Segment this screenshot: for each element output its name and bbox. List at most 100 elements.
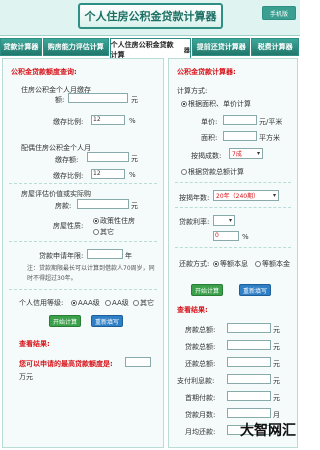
house-value-unit: 元 [131, 202, 138, 210]
radio-icon[interactable] [93, 218, 99, 224]
start-calc-button[interactable]: 开始计算 [49, 315, 81, 327]
house-total-label: 房款总额: [185, 326, 216, 334]
unit-price-unit: 元/平米 [259, 118, 283, 126]
credit-aaa-option[interactable]: AAA级 [71, 298, 100, 308]
reset-button[interactable]: 重新填写 [91, 315, 123, 327]
fund-loan-title: 公积金贷款计算器: [177, 68, 236, 76]
interest-output [227, 374, 271, 384]
credit-other-label: 其它 [140, 299, 154, 307]
repay-method-label: 还款方式: [179, 260, 210, 268]
loan-months-label: 贷款月数: [185, 411, 216, 419]
repay-equal-principal-label: 等额本金 [262, 260, 290, 268]
page-title: 个人住房公积金贷款计算器 [78, 3, 223, 29]
deposit-rate-input[interactable]: 12 [91, 115, 125, 125]
right-reset-button[interactable]: 重新填写 [239, 284, 271, 296]
nature-other-option[interactable]: 其它 [93, 227, 114, 237]
spouse-deposit-label2: 缴存额: [55, 156, 79, 164]
repay-total-label: 还款总额: [185, 360, 216, 368]
spouse-deposit-input[interactable] [87, 152, 129, 162]
method-area-option[interactable]: 根据面积、单价计算 [181, 99, 251, 109]
loan-rate-input[interactable]: 0 [213, 231, 239, 241]
max-loan-label: 您可以申请的最高贷款额度是: [19, 360, 113, 368]
loan-rate-label: 贷款利率: [179, 218, 210, 226]
repay-equal-installment-label: 等额本息 [220, 260, 248, 268]
method-total-option[interactable]: 根据贷款总额计算 [181, 167, 244, 177]
repay-equal-principal-option[interactable]: 等额本金 [255, 259, 290, 269]
divider [9, 241, 157, 242]
watermark-logo: 大智网汇 [240, 423, 296, 439]
monthly-deposit-label2: 额: [55, 96, 65, 104]
mortgage-ratio-label: 按揭成数: [191, 152, 222, 160]
radio-icon[interactable] [133, 300, 139, 306]
tab-provident-fund-tip: 器 [182, 46, 190, 53]
loan-years-input[interactable] [87, 249, 123, 259]
area-unit: 平方米 [259, 134, 280, 142]
right-result-title: 查看结果: [177, 306, 208, 314]
loan-total-label: 贷款总额: [185, 343, 216, 351]
tab-provident-fund-label: 个人住房公积金贷款计算 [110, 40, 174, 59]
tab-tax[interactable]: 税费计算器 [251, 38, 299, 56]
tab-prepayment[interactable]: 提前还贷计算器 [192, 38, 251, 56]
divider [175, 182, 291, 183]
house-value-label: 房屋评估价值或实际购 [21, 190, 91, 198]
house-total-output [227, 323, 271, 333]
right-start-calc-button[interactable]: 开始计算 [191, 284, 223, 296]
radio-icon[interactable] [181, 101, 187, 107]
loan-rate-select[interactable] [213, 215, 235, 226]
house-value-label2: 房款: [55, 202, 72, 210]
radio-icon[interactable] [105, 300, 111, 306]
credit-level-label: 个人信用等级: [19, 299, 64, 307]
loan-total-unit: 元 [273, 343, 280, 351]
loan-years-note: 注：贷款期限最长可以计算到借款人70周岁，同时不得超过30年。 [27, 265, 155, 282]
tab-purchase-ability[interactable]: 购房能力评估计算 [42, 38, 109, 56]
credit-aa-option[interactable]: AA级 [105, 298, 129, 308]
house-nature-label: 房屋性质: [53, 222, 84, 230]
radio-icon[interactable] [181, 169, 187, 175]
fund-limit-panel: 公积金贷款额度查询: 住房公积金个人月缴存 额: 元 缴存比例: 12 % 配偶… [2, 58, 164, 448]
spouse-rate-input[interactable]: 12 [91, 169, 125, 179]
credit-other-option[interactable]: 其它 [133, 298, 154, 308]
area-label: 面积: [201, 134, 218, 142]
max-loan-unit: 万元 [19, 373, 33, 381]
interest-label: 支付利息款: [177, 377, 215, 385]
deposit-rate-unit: % [129, 117, 136, 125]
nature-policy-option[interactable]: 政策性住房 [93, 216, 135, 226]
unit-price-input[interactable] [223, 115, 257, 125]
divider [9, 289, 157, 290]
fund-loan-panel: 公积金贷款计算器: 计算方式: 根据面积、单价计算 单价: 元/平米 面积: 平… [168, 58, 298, 448]
repay-total-unit: 元 [273, 360, 280, 368]
radio-icon[interactable] [71, 300, 77, 306]
loan-months-output [227, 408, 271, 418]
house-value-input[interactable] [77, 199, 129, 209]
down-payment-unit: 元 [273, 394, 280, 402]
mobile-version-button[interactable]: 手机版 [262, 6, 296, 20]
divider [175, 247, 291, 248]
radio-icon[interactable] [93, 229, 99, 235]
interest-unit: 元 [273, 377, 280, 385]
nature-policy-label: 政策性住房 [100, 217, 135, 225]
radio-icon[interactable] [213, 261, 219, 267]
tab-loan-calculator[interactable]: 贷款计算器 [0, 38, 42, 56]
area-input[interactable] [223, 131, 257, 141]
spouse-rate-unit: % [129, 171, 136, 179]
monthly-repay-label: 月均还款: [185, 428, 216, 436]
unit-price-label: 单价: [201, 118, 218, 126]
radio-icon[interactable] [255, 261, 261, 267]
mortgage-ratio-select[interactable]: 7成 [229, 148, 263, 159]
mortgage-years-select[interactable]: 20年（240期） [213, 190, 279, 201]
repay-equal-installment-option[interactable]: 等额本息 [213, 259, 248, 269]
tab-bar: 贷款计算器 购房能力评估计算 个人住房公积金贷款计算 器 提前还贷计算器 税费计算… [0, 38, 300, 60]
loan-total-output [227, 340, 271, 350]
monthly-deposit-input[interactable] [68, 93, 128, 103]
repay-total-output [227, 357, 271, 367]
calc-method-label: 计算方式: [177, 87, 208, 95]
header: 个人住房公积金贷款计算器 手机版 [0, 0, 300, 36]
nature-other-label: 其它 [100, 228, 114, 236]
max-loan-output [125, 357, 151, 367]
deposit-rate-label: 缴存比例: [53, 118, 84, 126]
tab-provident-fund[interactable]: 个人住房公积金贷款计算 器 [109, 38, 192, 60]
spouse-deposit-unit: 元 [131, 155, 138, 163]
result-title: 查看结果: [19, 340, 50, 348]
divider [9, 183, 157, 184]
loan-years-label: 贷款申请年限: [39, 252, 84, 260]
